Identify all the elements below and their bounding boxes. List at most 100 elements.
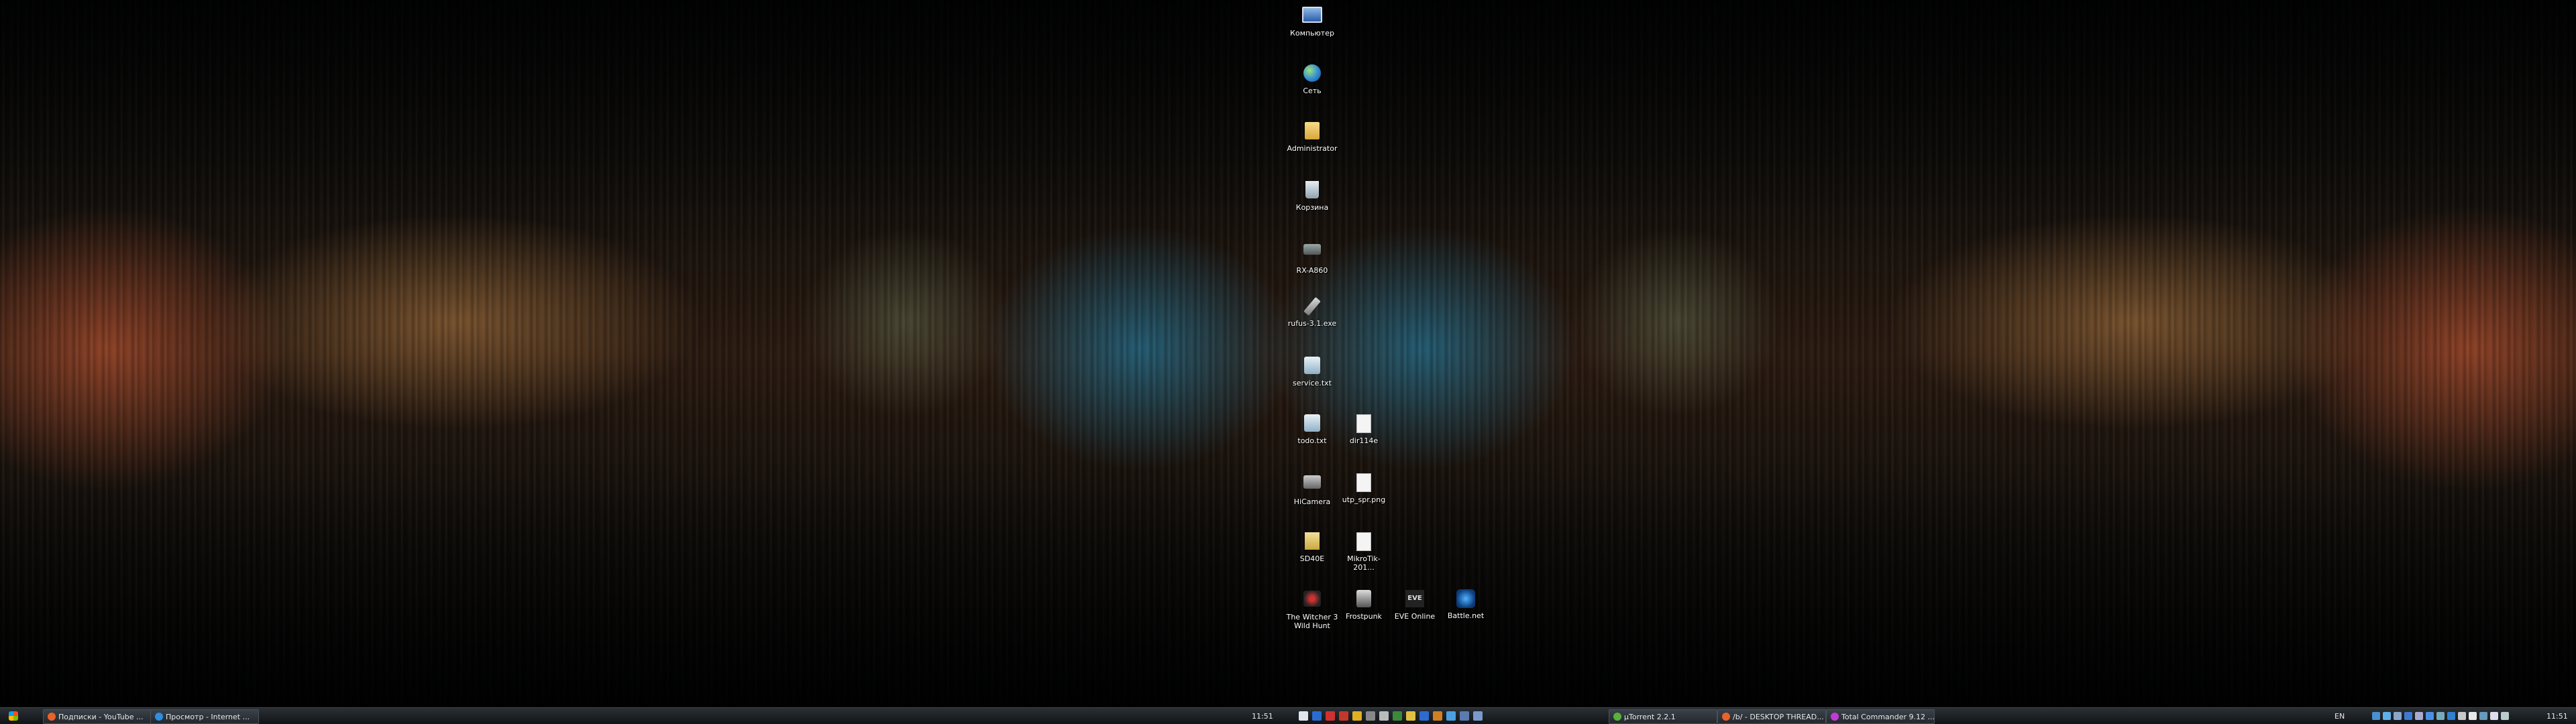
desktop-icon-label: todo.txt (1297, 436, 1327, 445)
system-tray (2372, 709, 2509, 723)
language-indicator[interactable]: EN (2334, 709, 2345, 723)
tray-icon[interactable] (2436, 712, 2445, 720)
gmail-icon[interactable] (1339, 711, 1348, 721)
desktop-icon-label: HiCamera (1293, 497, 1331, 506)
folder-icon[interactable] (1366, 711, 1375, 721)
desktop-icon-utp-spr[interactable]: utp_spr.png (1337, 472, 1391, 504)
desktop-icon-label: rufus-3.1.exe (1287, 319, 1337, 328)
recycle-bin-icon (1302, 181, 1322, 201)
desktop-icon-network[interactable]: Сеть (1285, 63, 1339, 95)
desktop-icon-mikrotik[interactable]: MikroTik-201... (1337, 531, 1391, 572)
task-button-label: Total Commander 9.12 ... (1841, 712, 1935, 721)
volume-icon[interactable] (2469, 712, 2477, 720)
desktop-icon-label: service.txt (1292, 379, 1332, 387)
eve-online-icon: EVE (1405, 590, 1425, 610)
explorer-icon[interactable] (1312, 711, 1322, 721)
text-file-icon (1302, 357, 1322, 377)
computer-icon (1302, 7, 1322, 27)
desktop-icon-computer[interactable]: Компьютер (1285, 4, 1339, 38)
eve-badge-text: EVE (1405, 590, 1424, 607)
battlenet-icon (1456, 589, 1476, 609)
camera-icon (1302, 475, 1322, 495)
desktop-icon-todo-txt[interactable]: todo.txt (1285, 413, 1339, 445)
task-button-desktop-thread[interactable]: /b/ - DESKTOP THREAD... (1717, 709, 1826, 724)
taskbar: Подписки - YouTube ... Просмотр - Intern… (0, 707, 2576, 724)
image-file-icon (1354, 473, 1374, 493)
desktop-icon-label: Administrator (1287, 144, 1338, 153)
task-button-youtube[interactable]: Подписки - YouTube ... (43, 709, 152, 724)
task-button-total-commander[interactable]: Total Commander 9.12 ... (1826, 709, 1935, 724)
tray-icon[interactable] (2490, 712, 2498, 720)
tray-icon[interactable] (2404, 712, 2412, 720)
tray-icon[interactable] (2383, 712, 2391, 720)
desktop-icon-hicamera[interactable]: HiCamera (1285, 472, 1339, 506)
tools-icon[interactable] (1379, 711, 1389, 721)
totalcmd-icon (1831, 713, 1839, 721)
desktop-icon-label: Battle.net (1447, 611, 1485, 620)
tray-icon[interactable] (2372, 712, 2380, 720)
desktop-icon-eve-online[interactable]: EVE EVE Online (1388, 589, 1442, 621)
settings-icon[interactable] (1460, 711, 1469, 721)
usb-drive-icon (1302, 297, 1322, 317)
network-icon (1302, 64, 1322, 84)
task-button-label: µTorrent 2.2.1 (1624, 712, 1676, 721)
desktop-icon-rx-a860[interactable]: RX-A860 (1285, 239, 1339, 275)
browser-icon (48, 713, 56, 721)
utorrent-icon (1613, 713, 1621, 721)
terminal-icon[interactable] (1393, 711, 1402, 721)
tray-icon[interactable] (2479, 712, 2487, 720)
desktop-icon-recycle-bin[interactable]: Корзина (1285, 180, 1339, 212)
archive-icon (1302, 532, 1322, 552)
task-button-internet[interactable]: Просмотр - Internet ... (150, 709, 259, 724)
desktop-icon-dir114e[interactable]: dir114e (1337, 413, 1391, 445)
desktop-icon-label: utp_spr.png (1342, 495, 1386, 504)
desktop-icon-label: Корзина (1295, 203, 1329, 212)
text-file-icon (1302, 414, 1322, 434)
quick-launch-bar (1299, 709, 1483, 723)
firefox-icon[interactable] (1433, 711, 1442, 721)
desktop-icon-label: Компьютер (1290, 29, 1334, 38)
notes-icon[interactable] (1406, 711, 1415, 721)
tray-icon[interactable] (2501, 712, 2509, 720)
desktop-icon-label: Frostpunk (1346, 612, 1382, 621)
desktop-icon-frostpunk[interactable]: Frostpunk (1337, 589, 1391, 621)
desktop-icon-administrator[interactable]: Administrator (1285, 121, 1339, 153)
witcher-game-icon (1302, 591, 1322, 611)
desktop-icon-label: Сеть (1303, 86, 1322, 95)
desktop-icon-label: dir114e (1349, 436, 1379, 445)
network-tool-icon[interactable] (1446, 711, 1456, 721)
tray-icon[interactable] (2415, 712, 2423, 720)
desktop-icon-label: EVE Online (1394, 612, 1436, 621)
document-icon (1354, 414, 1374, 434)
window-icon[interactable] (1473, 711, 1483, 721)
task-button-label: /b/ - DESKTOP THREAD... (1733, 712, 1824, 721)
network-tray-icon[interactable] (2458, 712, 2466, 720)
desktop-icon-label: MikroTik-201... (1347, 554, 1381, 572)
windows-logo-icon[interactable] (1299, 711, 1308, 721)
desktop-icon-service-txt[interactable]: service.txt (1285, 355, 1339, 387)
desktop-icon-battlenet[interactable]: Battle.net (1439, 589, 1493, 620)
desktop-icon-label: RX-A860 (1296, 266, 1328, 275)
tray-icon[interactable] (2426, 712, 2434, 720)
task-button-label: Подписки - YouTube ... (58, 712, 144, 721)
browser-icon (1722, 713, 1730, 721)
chrome-icon[interactable] (1352, 711, 1362, 721)
desktop-icon-sd40e[interactable]: SD40E (1285, 531, 1339, 563)
receiver-device-icon (1302, 244, 1322, 264)
tray-icon[interactable] (2447, 712, 2455, 720)
windows-logo-icon (9, 711, 18, 721)
user-folder-icon (1302, 122, 1322, 142)
tray-clock[interactable]: 11:51 (2546, 709, 2568, 723)
center-clock[interactable]: 11:51 (1252, 709, 1273, 723)
task-button-utorrent[interactable]: µTorrent 2.2.1 (1609, 709, 1717, 724)
start-button[interactable] (5, 709, 21, 723)
tray-icon[interactable] (2394, 712, 2402, 720)
task-button-label: Просмотр - Internet ... (166, 712, 250, 721)
desktop-icon-rufus[interactable]: rufus-3.1.exe (1285, 296, 1339, 328)
desktop-icon-label: SD40E (1299, 554, 1325, 563)
desktop-icon-label: The Witcher 3 Wild Hunt (1286, 613, 1338, 630)
word-icon[interactable] (1419, 711, 1429, 721)
opera-icon[interactable] (1326, 711, 1335, 721)
document-icon (1354, 532, 1374, 552)
desktop-icon-witcher3[interactable]: The Witcher 3 Wild Hunt (1285, 589, 1339, 630)
